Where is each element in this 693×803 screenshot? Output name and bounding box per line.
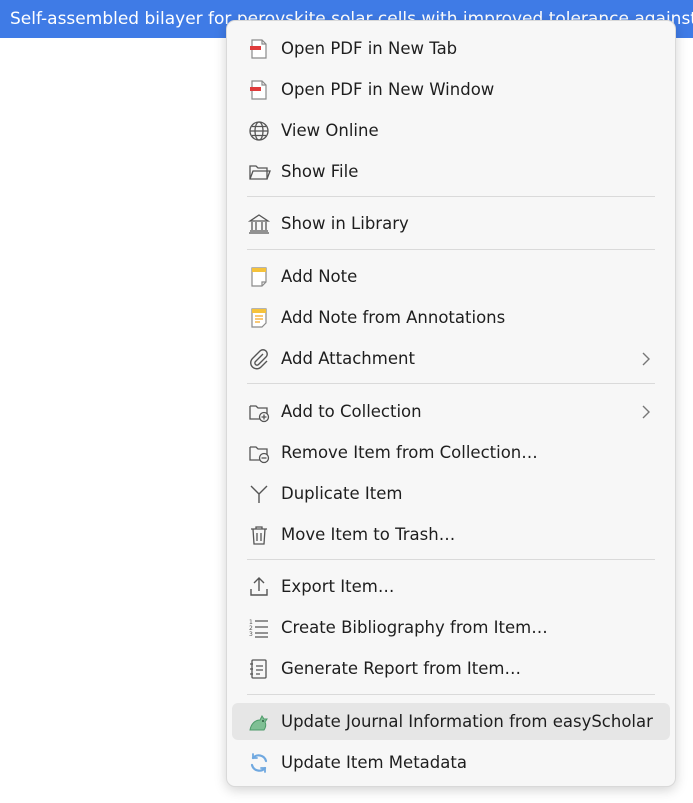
chevron-right-icon: [639, 351, 653, 367]
menu-separator: [247, 694, 655, 695]
menu-item-update-journal-info-easyscholar[interactable]: Update Journal Information from easyScho…: [232, 703, 670, 740]
report-icon: [247, 657, 271, 681]
menu-item-open-pdf-new-tab[interactable]: Open PDF in New Tab: [232, 30, 670, 67]
menu-item-export-item[interactable]: Export Item…: [232, 568, 670, 605]
menu-item-label: Update Item Metadata: [281, 753, 467, 772]
menu-item-label: Show in Library: [281, 214, 409, 233]
menu-item-label: Show File: [281, 162, 359, 181]
menu-item-label: Create Bibliography from Item…: [281, 618, 548, 637]
export-icon: [247, 575, 271, 599]
menu-item-label: View Online: [281, 121, 379, 140]
pdf-icon: [247, 78, 271, 102]
menu-item-label: Open PDF in New Window: [281, 80, 495, 99]
menu-item-add-note[interactable]: Add Note: [232, 258, 670, 295]
menu-item-show-file[interactable]: Show File: [232, 153, 670, 190]
menu-item-create-bibliography[interactable]: 123 Create Bibliography from Item…: [232, 609, 670, 646]
menu-item-label: Update Journal Information from easyScho…: [281, 712, 653, 731]
menu-item-add-note-from-annotations[interactable]: Add Note from Annotations: [232, 299, 670, 336]
menu-item-open-pdf-new-window[interactable]: Open PDF in New Window: [232, 71, 670, 108]
menu-item-label: Open PDF in New Tab: [281, 39, 458, 58]
svg-text:3: 3: [249, 631, 253, 638]
duplicate-icon: [247, 482, 271, 506]
menu-item-label: Remove Item from Collection…: [281, 443, 538, 462]
menu-item-label: Add Note from Annotations: [281, 308, 506, 327]
note-annotations-icon: [247, 306, 271, 330]
globe-icon: [247, 119, 271, 143]
menu-item-label: Export Item…: [281, 577, 395, 596]
note-icon: [247, 265, 271, 289]
menu-separator: [247, 383, 655, 384]
pdf-icon: [247, 37, 271, 61]
menu-item-remove-from-collection[interactable]: Remove Item from Collection…: [232, 434, 670, 471]
menu-item-show-in-library[interactable]: Show in Library: [232, 205, 670, 242]
folder-remove-icon: [247, 441, 271, 465]
menu-item-move-to-trash[interactable]: Move Item to Trash…: [232, 516, 670, 553]
refresh-icon: [247, 751, 271, 775]
menu-item-duplicate-item[interactable]: Duplicate Item: [232, 475, 670, 512]
folder-icon: [247, 160, 271, 184]
menu-item-label: Add to Collection: [281, 402, 422, 421]
menu-separator: [247, 249, 655, 250]
context-menu: Open PDF in New Tab Open PDF in New Wind…: [226, 20, 676, 787]
paperclip-icon: [247, 347, 271, 371]
menu-item-update-item-metadata[interactable]: Update Item Metadata: [232, 744, 670, 781]
bibliography-icon: 123: [247, 616, 271, 640]
menu-item-generate-report[interactable]: Generate Report from Item…: [232, 650, 670, 687]
folder-add-icon: [247, 400, 271, 424]
menu-item-label: Add Attachment: [281, 349, 415, 368]
menu-item-label: Duplicate Item: [281, 484, 403, 503]
menu-separator: [247, 559, 655, 560]
menu-separator: [247, 196, 655, 197]
trash-icon: [247, 523, 271, 547]
library-icon: [247, 212, 271, 236]
menu-item-add-attachment[interactable]: Add Attachment: [232, 340, 670, 377]
menu-item-view-online[interactable]: View Online: [232, 112, 670, 149]
menu-item-label: Add Note: [281, 267, 358, 286]
menu-item-label: Generate Report from Item…: [281, 659, 521, 678]
chevron-right-icon: [639, 404, 653, 420]
menu-item-add-to-collection[interactable]: Add to Collection: [232, 393, 670, 430]
menu-item-label: Move Item to Trash…: [281, 525, 456, 544]
easyscholar-icon: [247, 710, 271, 734]
